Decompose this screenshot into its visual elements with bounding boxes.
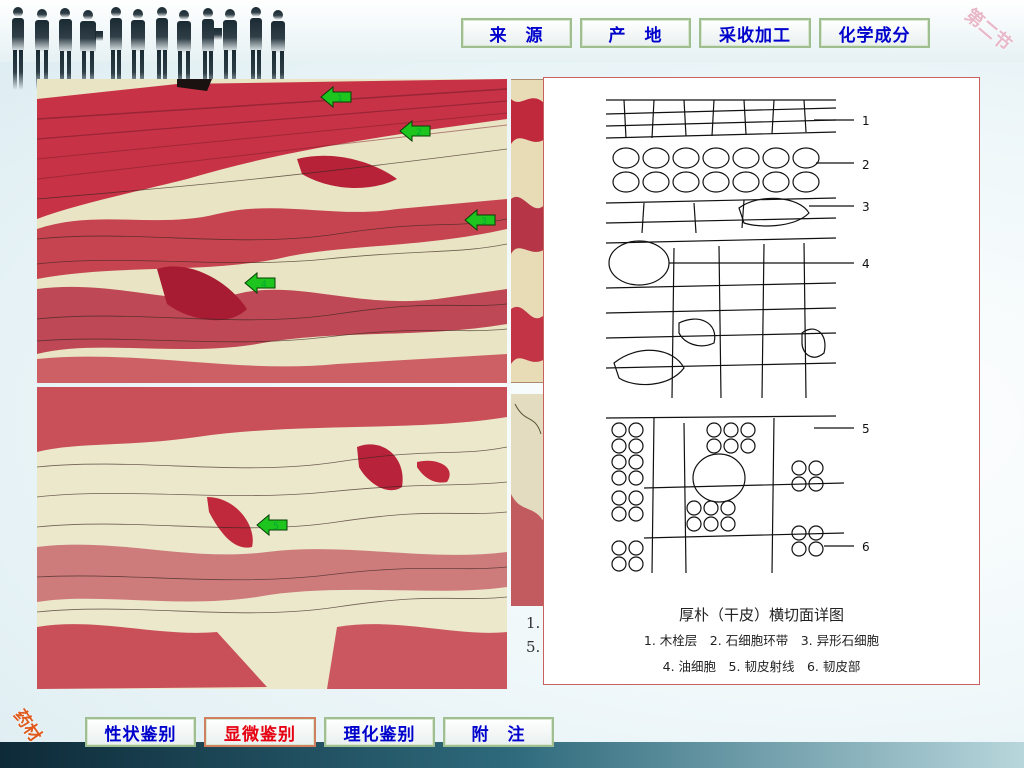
diagram-title: 厚朴（干皮）横切面详图 bbox=[678, 606, 844, 624]
partial-micrograph-bottom-right bbox=[511, 394, 545, 606]
nav-notes-button[interactable]: 附 注 bbox=[443, 717, 554, 747]
nav-physicochemical-button[interactable]: 理化鉴别 bbox=[324, 717, 435, 747]
arrow-label-3: 3 bbox=[481, 217, 487, 227]
diagram-label-1: 1 bbox=[862, 114, 870, 128]
arrow-label-2: 2 bbox=[416, 128, 422, 138]
nav-origin-button[interactable]: 产 地 bbox=[580, 18, 691, 48]
partial-legend-text-1: 1. bbox=[526, 614, 541, 632]
diagram-label-4: 4 bbox=[862, 257, 870, 271]
nav-source-button[interactable]: 来 源 bbox=[461, 18, 572, 48]
diagram-legend-line-1: 1. 木栓层 2. 石细胞环带 3. 异形石细胞 bbox=[643, 633, 880, 648]
micrograph-top: 1 2 3 4 bbox=[37, 79, 507, 383]
nav-chemical-composition-button[interactable]: 化学成分 bbox=[819, 18, 930, 48]
diagram-label-2: 2 bbox=[862, 158, 870, 172]
cross-section-diagram: 1 2 3 4 5 6 厚朴（干皮）横切面详图 1. 木栓层 2. 石细胞环带 … bbox=[543, 77, 980, 685]
arrow-label-5: 5 bbox=[273, 522, 279, 532]
micrograph-bottom: 5 bbox=[37, 387, 507, 689]
diagram-label-5: 5 bbox=[862, 422, 870, 436]
nav-harvest-processing-button[interactable]: 采收加工 bbox=[699, 18, 811, 48]
diagram-label-3: 3 bbox=[862, 200, 870, 214]
diagram-legend-line-2: 4. 油细胞 5. 韧皮射线 6. 韧皮部 bbox=[662, 659, 861, 674]
nav-morphology-button[interactable]: 性状鉴别 bbox=[85, 717, 196, 747]
partial-legend-text-5: 5. bbox=[526, 638, 541, 656]
nav-microscopy-button[interactable]: 显微鉴别 bbox=[204, 717, 316, 747]
arrow-label-1: 1 bbox=[337, 94, 343, 104]
partial-micrograph-top-right bbox=[511, 79, 545, 383]
arrow-label-4: 4 bbox=[261, 280, 267, 290]
diagram-label-6: 6 bbox=[862, 540, 870, 554]
